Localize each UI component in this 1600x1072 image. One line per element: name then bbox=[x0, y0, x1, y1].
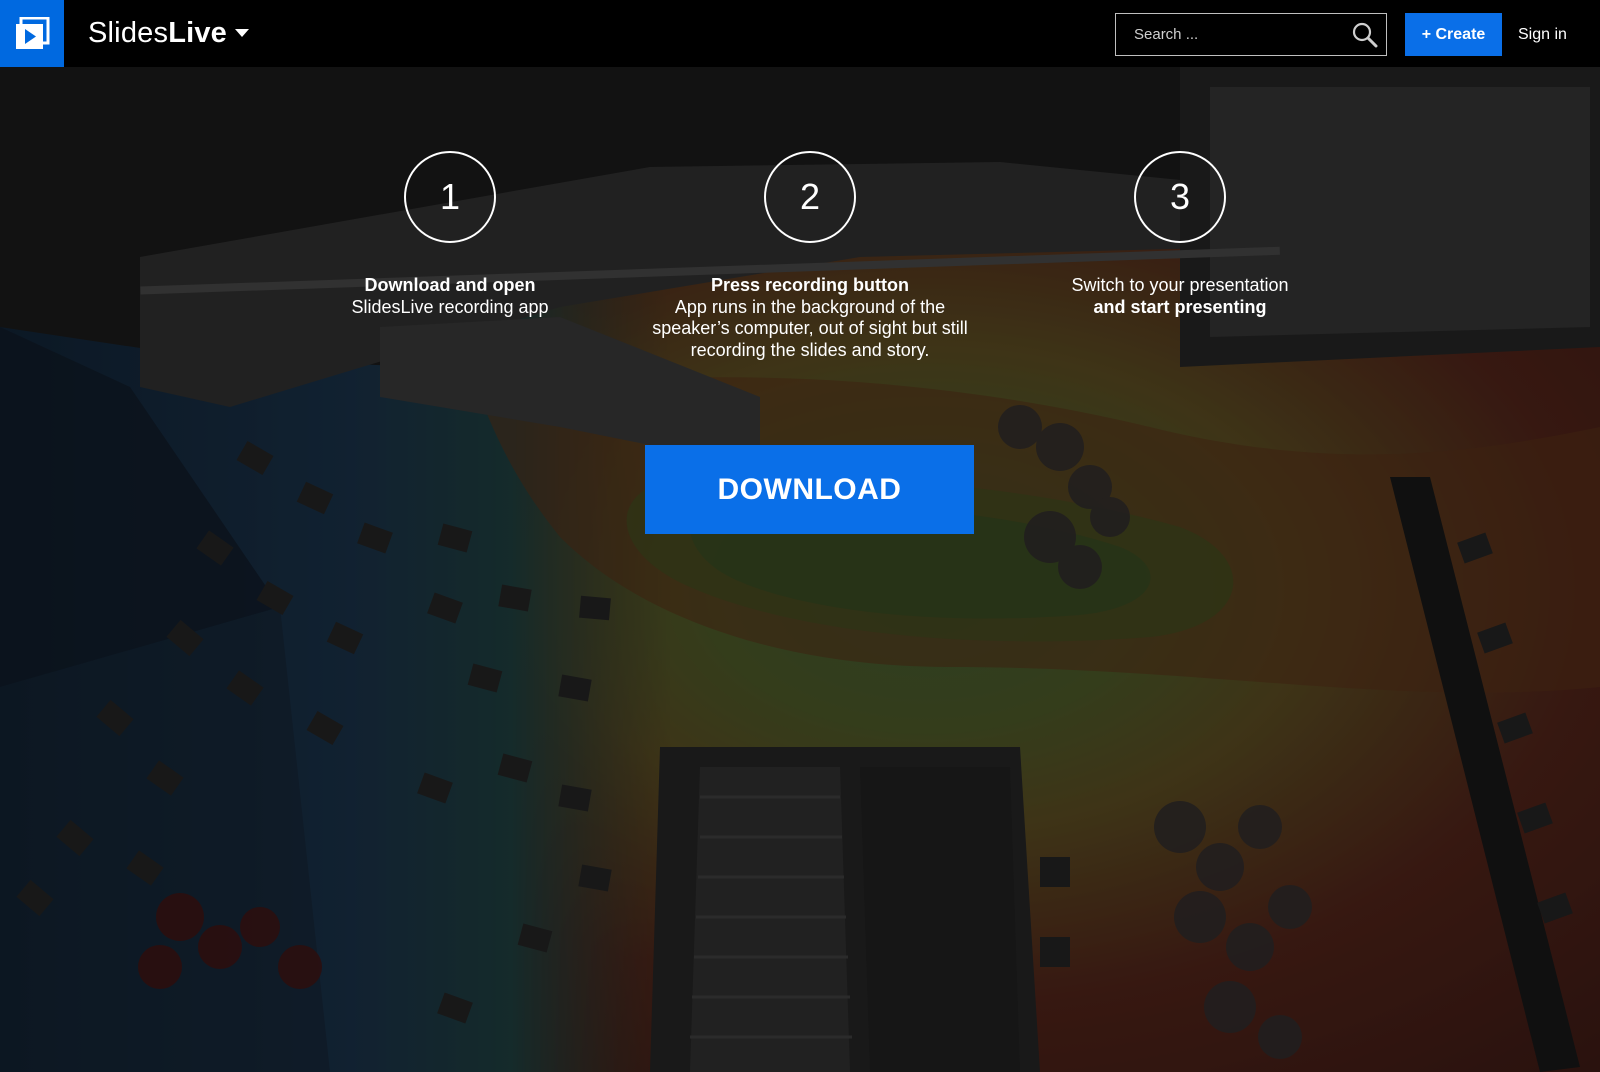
search-box bbox=[1115, 13, 1387, 56]
search-icon bbox=[1352, 22, 1378, 47]
step-title: and start presenting bbox=[1093, 296, 1267, 317]
brand-name-light: Slides bbox=[88, 17, 169, 49]
logo-button[interactable] bbox=[0, 0, 64, 67]
step-2: 2 Press recording button App runs in the… bbox=[645, 151, 975, 361]
step-description: Switch to your presentation and start pr… bbox=[1030, 275, 1330, 318]
brand-menu-toggle[interactable] bbox=[232, 25, 252, 41]
play-slides-icon bbox=[16, 16, 50, 49]
top-navigation-bar: SlidesLive + Create Sign in bbox=[0, 0, 1600, 67]
brand-name-bold: Live bbox=[168, 17, 228, 49]
chevron-down-icon bbox=[235, 29, 249, 37]
create-button[interactable]: + Create bbox=[1405, 13, 1502, 56]
step-title: Download and open bbox=[364, 275, 536, 295]
step-subtitle: App runs in the background of the speake… bbox=[652, 296, 968, 360]
step-3: 3 Switch to your presentation and start … bbox=[1030, 151, 1330, 318]
download-button[interactable]: DOWNLOAD bbox=[645, 445, 974, 534]
step-number-badge: 1 bbox=[404, 151, 496, 243]
step-description: Download and open SlidesLive recording a… bbox=[300, 275, 600, 318]
search-button[interactable] bbox=[1344, 14, 1386, 55]
search-input[interactable] bbox=[1116, 14, 1344, 55]
step-subtitle: SlidesLive recording app bbox=[351, 296, 549, 317]
step-description: Press recording button App runs in the b… bbox=[645, 275, 975, 361]
brand-name[interactable]: Slides Live bbox=[88, 0, 227, 67]
step-subtitle: Switch to your presentation bbox=[1071, 275, 1289, 295]
step-number-badge: 2 bbox=[764, 151, 856, 243]
step-1: 1 Download and open SlidesLive recording… bbox=[300, 151, 600, 318]
hero-section: 1 Download and open SlidesLive recording… bbox=[0, 67, 1600, 1072]
sign-in-link[interactable]: Sign in bbox=[1518, 13, 1567, 56]
step-title: Press recording button bbox=[710, 275, 910, 295]
step-number-badge: 3 bbox=[1134, 151, 1226, 243]
